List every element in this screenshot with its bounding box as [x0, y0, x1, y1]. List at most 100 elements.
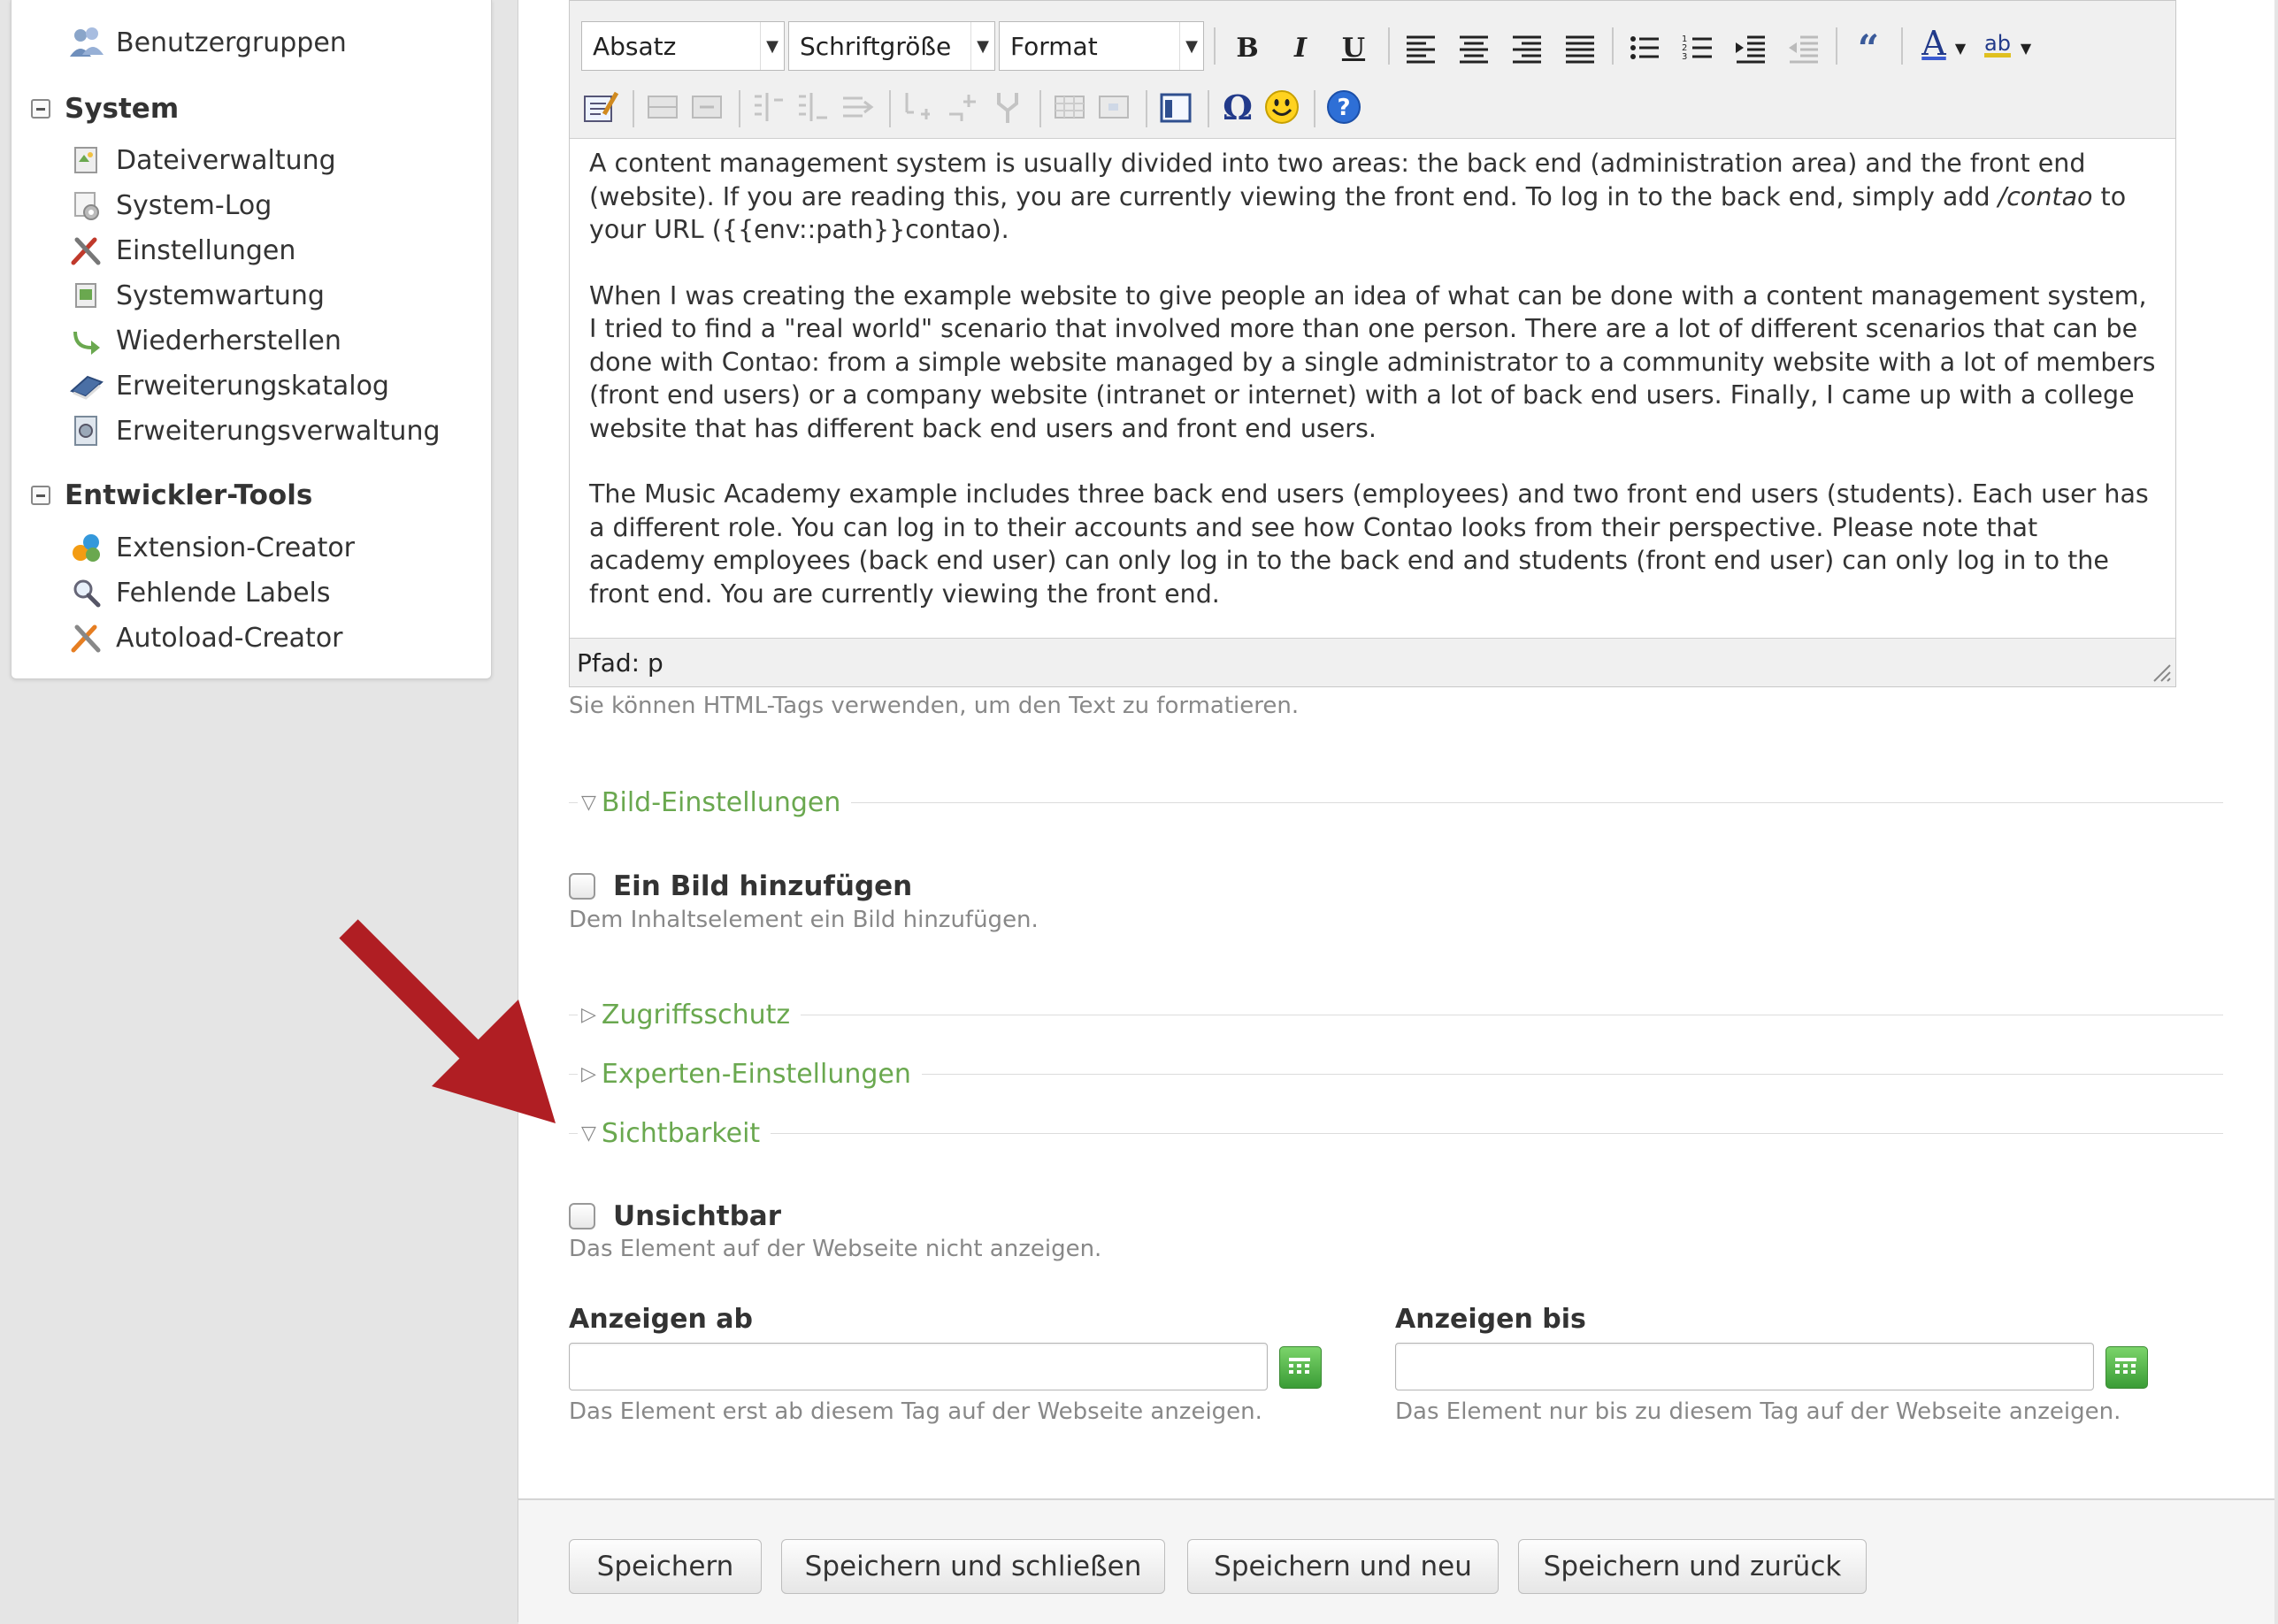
sidebar-group-system[interactable]: System [31, 90, 179, 127]
sidebar-group-entwickler-tools[interactable]: Entwickler-Tools [31, 477, 312, 514]
chevron-down-icon: ▼ [760, 22, 784, 70]
maintenance-icon [75, 283, 96, 308]
collapse-icon[interactable] [31, 486, 50, 505]
collapse-icon[interactable] [31, 99, 50, 119]
invisible-checkbox[interactable] [569, 1203, 595, 1229]
sidebar-item-erweiterungsverwaltung[interactable]: Erweiterungsverwaltung [68, 413, 441, 448]
sidebar-item-label: Einstellungen [116, 234, 296, 266]
split-cells-icon [905, 93, 930, 119]
add-image-checkbox[interactable] [569, 873, 595, 900]
table-row-after-icon [692, 96, 722, 119]
paragraph-text: When I was creating the example website … [589, 280, 2156, 443]
content-paragraph: A content management system is usually d… [589, 147, 2156, 247]
show-until-help: Das Element nur bis zu diesem Tag auf de… [1395, 1398, 2121, 1425]
editor-toolbar: Absatz ▼ Schriftgröße ▼ Format ▼ B I U 1… [570, 1, 2175, 139]
underline-button[interactable]: U [1334, 28, 1373, 67]
section-expert-settings[interactable]: ▷ Experten-Einstellungen [569, 1056, 2223, 1092]
chevron-down-icon[interactable]: ▼ [2015, 28, 2036, 67]
legend-line [771, 1132, 2223, 1134]
sidebar-item-fehlende-labels[interactable]: Fehlende Labels [68, 575, 331, 610]
section-visibility[interactable]: ▽ Sichtbarkeit [569, 1115, 2223, 1151]
format-select[interactable]: Format ▼ [999, 21, 1204, 71]
emoticon-icon[interactable] [1262, 88, 1301, 126]
section-access-protection[interactable]: ▷ Zugriffsschutz [569, 997, 2223, 1032]
show-until-label: Anzeigen bis [1395, 1304, 1586, 1335]
sidebar-item-label: System-Log [116, 189, 272, 221]
invisible-label[interactable]: Unsichtbar [613, 1200, 781, 1232]
settings-tools-icon [71, 237, 101, 265]
table-icon [1055, 96, 1085, 119]
add-image-label[interactable]: Ein Bild hinzufügen [613, 870, 912, 902]
invisible-help: Das Element auf der Webseite nicht anzei… [569, 1236, 1102, 1262]
collapsed-triangle-icon: ▷ [581, 1062, 596, 1085]
legend-line [569, 1132, 578, 1134]
save-button[interactable]: Speichern [569, 1539, 762, 1594]
help-icon[interactable]: ? [1324, 88, 1363, 126]
section-title: Experten-Einstellungen [601, 1058, 911, 1090]
save-back-button[interactable]: Speichern und zurück [1518, 1539, 1867, 1594]
chevron-down-icon[interactable]: ▼ [1950, 28, 1971, 67]
outdent-icon[interactable] [1731, 28, 1770, 67]
toolbar-separator [1039, 90, 1041, 127]
edit-source-icon[interactable] [581, 88, 620, 126]
table-row-before-icon [648, 96, 678, 119]
legend-line [569, 1073, 578, 1075]
template-icon[interactable] [1156, 88, 1195, 126]
align-justify-icon[interactable] [1561, 28, 1599, 67]
highlight-color-button[interactable]: ab [1978, 24, 2017, 63]
sidebar-item-systemwartung[interactable]: Systemwartung [68, 278, 325, 313]
resize-handle-icon[interactable] [2149, 660, 2172, 683]
save-new-button[interactable]: Speichern und neu [1187, 1539, 1499, 1594]
blockquote-button[interactable]: “ [1849, 27, 1888, 70]
file-manager-icon [74, 147, 97, 173]
sidebar-item-autoload-creator[interactable]: Autoload-Creator [68, 620, 343, 655]
toolbar-separator [1612, 27, 1614, 65]
text-color-button[interactable]: A [1914, 24, 1953, 63]
sidebar-item-einstellungen[interactable]: Einstellungen [68, 233, 295, 268]
special-character-button[interactable]: Ω [1218, 88, 1257, 127]
numbered-list-icon[interactable]: 123 [1678, 28, 1717, 67]
font-size-select[interactable]: Schriftgröße ▼ [788, 21, 995, 71]
sidebar-item-label: Erweiterungsverwaltung [116, 415, 441, 447]
calendar-icon[interactable] [2105, 1346, 2148, 1389]
legend-line [851, 801, 2223, 803]
sidebar-item-erweiterungskatalog[interactable]: Erweiterungskatalog [68, 368, 389, 403]
autoload-tools-icon [71, 624, 101, 653]
editor-content[interactable]: A content management system is usually d… [570, 138, 2175, 639]
sidebar-item-wiederherstellen[interactable]: Wiederherstellen [68, 323, 341, 358]
align-center-icon[interactable] [1454, 28, 1493, 67]
align-left-icon[interactable] [1401, 28, 1440, 67]
block-format-select[interactable]: Absatz ▼ [581, 21, 785, 71]
sidebar-item-label: Benutzergruppen [116, 27, 347, 58]
toolbar-separator [1314, 90, 1315, 127]
indent-icon[interactable] [1784, 28, 1823, 67]
italic-button[interactable]: I [1281, 28, 1320, 67]
show-from-input[interactable] [569, 1343, 1268, 1390]
align-right-icon[interactable] [1507, 28, 1546, 67]
cell-properties-icon [1099, 96, 1129, 119]
calendar-icon[interactable] [1279, 1346, 1322, 1389]
sidebar-item-system-log[interactable]: System-Log [68, 188, 272, 223]
show-until-input[interactable] [1395, 1343, 2094, 1390]
bold-button[interactable]: B [1228, 28, 1267, 67]
add-image-help: Dem Inhaltselement ein Bild hinzufügen. [569, 907, 1039, 933]
system-log-icon [74, 192, 99, 220]
sidebar-item-dateiverwaltung[interactable]: Dateiverwaltung [68, 142, 336, 178]
paragraph-emphasis: /contao [1998, 181, 2093, 211]
bullet-list-icon[interactable] [1625, 28, 1664, 67]
show-from-label: Anzeigen ab [569, 1304, 754, 1335]
section-title: Zugriffsschutz [601, 999, 791, 1030]
sidebar-item-extension-creator[interactable]: Extension-Creator [68, 530, 355, 565]
chevron-down-icon: ▼ [1179, 22, 1203, 70]
sidebar-item-benutzergruppen[interactable]: Benutzergruppen [68, 25, 347, 60]
save-close-button[interactable]: Speichern und schließen [781, 1539, 1165, 1594]
paragraph-text: The Music Academy example includes three… [589, 479, 2149, 609]
sidebar-item-label: Fehlende Labels [116, 577, 331, 609]
add-image-row: Ein Bild hinzufügen [569, 870, 912, 902]
merge-cells-icon [949, 95, 976, 121]
editor-statusbar: Pfad: p [570, 638, 2175, 686]
section-image-settings[interactable]: ▽ Bild-Einstellungen [569, 785, 2223, 820]
sidebar-item-label: Extension-Creator [116, 532, 356, 563]
user-group-icon [70, 27, 104, 57]
show-from-help: Das Element erst ab diesem Tag auf der W… [569, 1398, 1262, 1425]
